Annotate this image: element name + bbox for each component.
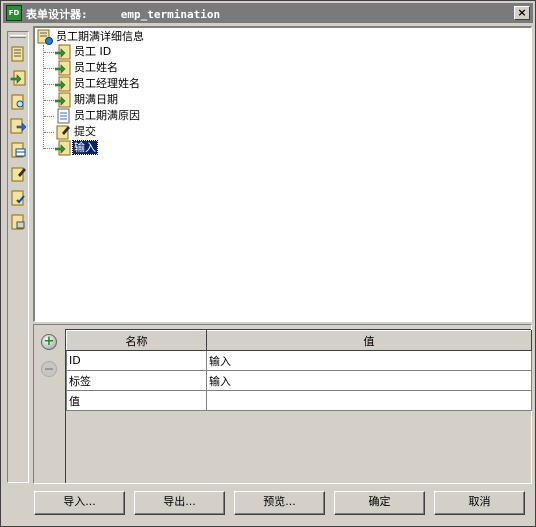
insert-field-icon[interactable] xyxy=(10,70,26,86)
table-row[interactable]: ID 输入 xyxy=(66,350,532,371)
search-field-icon[interactable] xyxy=(10,94,26,110)
field-arrow-icon xyxy=(54,76,71,92)
field-arrow-icon xyxy=(54,44,71,60)
property-name-cell[interactable]: ID xyxy=(66,350,207,371)
field-arrow-icon xyxy=(54,60,71,76)
settings-field-icon[interactable] xyxy=(10,214,26,230)
tree-connector xyxy=(44,148,54,149)
property-name-cell[interactable]: 值 xyxy=(66,390,207,411)
minus-icon xyxy=(45,368,53,370)
property-value-cell[interactable] xyxy=(206,390,532,411)
submit-icon xyxy=(55,124,71,140)
plus-icon: + xyxy=(43,334,55,349)
tree-item-label: 员工期满原因 xyxy=(74,109,140,122)
tree-item-label: 员工经理姓名 xyxy=(74,77,140,90)
import-button[interactable]: 导入... xyxy=(34,491,125,515)
table-field-icon[interactable] xyxy=(10,142,26,158)
tree-connector xyxy=(44,84,54,85)
edit-field-icon[interactable] xyxy=(10,166,26,182)
properties-table-area: 名称 值 ID 输入 标签 输入 值 xyxy=(65,329,532,483)
tree-connector xyxy=(43,45,44,149)
tree-connector xyxy=(44,132,54,133)
field-arrow-icon xyxy=(54,140,71,156)
checklist-field-icon[interactable] xyxy=(10,190,26,206)
tree-connector xyxy=(44,116,54,117)
remove-property-button[interactable] xyxy=(41,361,57,377)
toolbar-grip[interactable] xyxy=(10,35,26,38)
table-header-row: 名称 值 xyxy=(66,330,532,351)
field-arrow-icon xyxy=(54,92,71,108)
properties-table: 名称 值 ID 输入 标签 输入 值 xyxy=(66,330,532,411)
export-button[interactable]: 导出... xyxy=(134,491,225,515)
form-designer-window: FD 表单设计器: emp_termination × 员工期满详细信息 员工 … xyxy=(0,0,536,527)
properties-panel: + 名称 值 ID 输入 标签 输入 值 xyxy=(33,324,532,484)
form-root-icon xyxy=(37,29,53,45)
field-doc-icon xyxy=(55,108,71,124)
side-toolbar xyxy=(7,31,29,483)
cancel-button[interactable]: 取消 xyxy=(434,491,525,515)
form-field-icon[interactable] xyxy=(10,46,26,62)
tree-item-label: 员工 ID xyxy=(74,45,112,58)
form-tree[interactable]: 员工期满详细信息 员工 ID 员工姓名 员工经理姓名 期满日期 员工期满原因 提… xyxy=(33,26,532,322)
close-button[interactable]: × xyxy=(514,6,530,20)
tree-root-label: 员工期满详细信息 xyxy=(56,30,144,43)
property-name-cell[interactable]: 标签 xyxy=(66,370,207,391)
app-icon: FD xyxy=(6,5,22,21)
column-header-name[interactable]: 名称 xyxy=(66,330,207,351)
title-bar[interactable]: FD 表单设计器: emp_termination × xyxy=(3,3,533,23)
ok-button[interactable]: 确定 xyxy=(334,491,425,515)
tree-item-label: 提交 xyxy=(74,125,96,138)
window-title: 表单设计器: emp_termination xyxy=(26,8,221,21)
add-property-button[interactable]: + xyxy=(41,334,57,350)
table-row[interactable]: 标签 输入 xyxy=(66,370,532,391)
tree-item-label: 员工姓名 xyxy=(74,61,118,74)
tree-connector xyxy=(44,100,54,101)
tree-connector xyxy=(44,68,54,69)
tree-connector xyxy=(44,52,54,53)
property-value-cell[interactable]: 输入 xyxy=(206,370,532,391)
export-field-icon[interactable] xyxy=(10,118,26,134)
property-value-cell[interactable]: 输入 xyxy=(206,350,532,371)
table-row[interactable]: 值 xyxy=(66,390,532,411)
preview-button[interactable]: 预览... xyxy=(234,491,325,515)
tree-item-label: 期满日期 xyxy=(74,93,118,106)
tree-item-label: 输入 xyxy=(72,140,98,155)
column-header-value[interactable]: 值 xyxy=(206,330,532,351)
